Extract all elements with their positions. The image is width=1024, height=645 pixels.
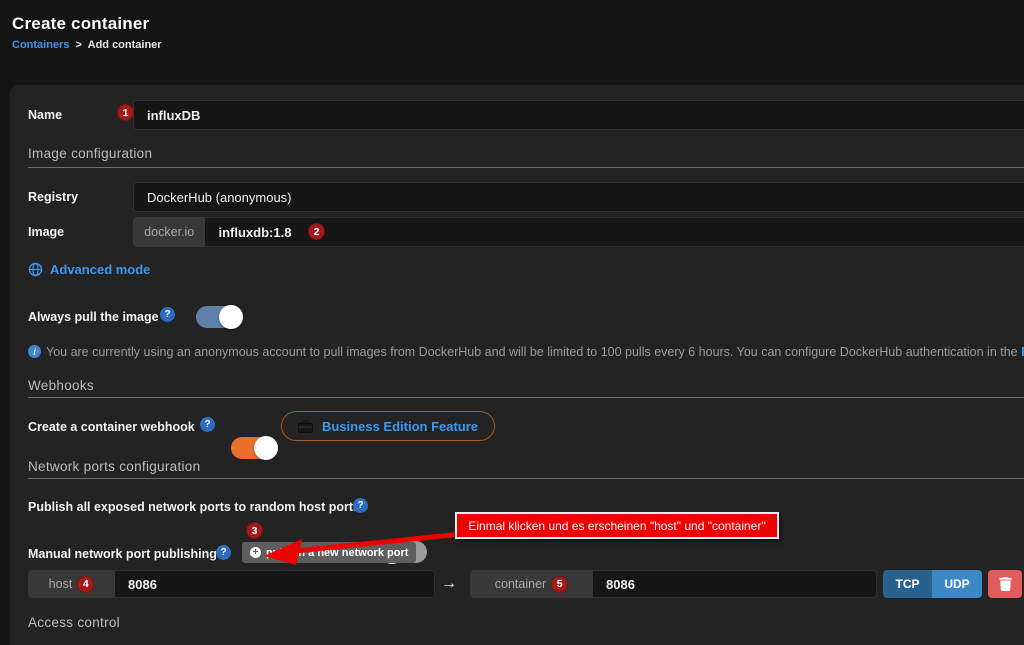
- manual-publishing-label: Manual network port publishing: [28, 547, 217, 561]
- plus-circle-icon: +: [250, 547, 261, 558]
- page-title: Create container: [12, 14, 149, 34]
- registry-selected-value: DockerHub (anonymous): [147, 190, 292, 205]
- breadcrumb-separator: >: [76, 39, 82, 51]
- webhooks-section-title: Webhooks: [28, 378, 94, 393]
- network-ports-section-title: Network ports configuration: [28, 459, 200, 474]
- publish-all-help-icon[interactable]: ?: [353, 498, 368, 513]
- annotation-number-1: 1: [117, 104, 134, 121]
- container-port-input[interactable]: [593, 570, 877, 598]
- section-divider: [28, 478, 1024, 479]
- container-port-addon-label: container: [495, 577, 546, 591]
- breadcrumb-current: Add container: [88, 39, 162, 51]
- host-port-input[interactable]: [115, 570, 435, 598]
- host-port-addon-label: host: [49, 577, 73, 591]
- manual-publishing-help-icon[interactable]: ?: [216, 545, 231, 560]
- annotation-number-2: 2: [308, 223, 325, 240]
- image-input-group: docker.io: [133, 217, 1024, 247]
- business-edition-label: Business Edition Feature: [322, 419, 478, 434]
- create-container-panel: [10, 85, 1024, 645]
- advanced-mode-link[interactable]: Advanced mode: [28, 262, 150, 277]
- breadcrumb: Containers > Add container: [12, 39, 162, 51]
- always-pull-label: Always pull the image: [28, 310, 159, 324]
- anonymous-pull-info-text: You are currently using an anonymous acc…: [46, 345, 1024, 359]
- always-pull-toggle[interactable]: [196, 306, 241, 328]
- image-input[interactable]: [205, 217, 1024, 247]
- image-label: Image: [28, 225, 64, 239]
- create-webhook-toggle[interactable]: [231, 437, 276, 459]
- create-container-page: { "page": { "title": "Create container",…: [0, 0, 1024, 621]
- publish-port-button[interactable]: + publish a new network port: [242, 542, 416, 563]
- section-divider: [28, 397, 1024, 398]
- info-text-body: You are currently using an anonymous acc…: [46, 345, 1021, 359]
- host-port-addon: host 4: [28, 570, 115, 598]
- breadcrumb-containers-link[interactable]: Containers: [12, 39, 69, 51]
- name-input[interactable]: [133, 100, 1024, 130]
- briefcase-icon: [298, 420, 313, 433]
- remove-port-button[interactable]: [988, 570, 1022, 598]
- publish-all-label: Publish all exposed network ports to ran…: [28, 500, 360, 514]
- registry-label: Registry: [28, 190, 78, 204]
- arrow-right-icon: →: [441, 575, 457, 593]
- annotation-number-3: 3: [246, 522, 263, 539]
- registry-select[interactable]: DockerHub (anonymous): [133, 182, 1024, 212]
- publish-port-button-label: publish a new network port: [266, 547, 408, 559]
- name-label: Name: [28, 108, 62, 122]
- udp-button[interactable]: UDP: [932, 570, 982, 598]
- annotation-number-5: 5: [551, 576, 568, 593]
- annotation-callout: Einmal klicken und es erscheinen "host" …: [455, 512, 779, 539]
- image-configuration-section-title: Image configuration: [28, 146, 152, 161]
- create-webhook-help-icon[interactable]: ?: [200, 417, 215, 432]
- create-webhook-label: Create a container webhook: [28, 420, 195, 434]
- image-registry-prefix: docker.io: [133, 217, 205, 247]
- toggle-knob: [254, 436, 278, 460]
- annotation-number-4: 4: [77, 576, 94, 593]
- globe-icon: [28, 262, 43, 277]
- info-icon: i: [28, 345, 41, 358]
- advanced-mode-label: Advanced mode: [50, 262, 150, 277]
- toggle-knob: [219, 305, 243, 329]
- annotation-text: Einmal klicken und es erscheinen "host" …: [468, 519, 765, 533]
- always-pull-help-icon[interactable]: ?: [160, 307, 175, 322]
- section-divider: [28, 167, 1024, 168]
- tcp-button[interactable]: TCP: [883, 570, 932, 598]
- trash-icon: [999, 577, 1012, 591]
- container-port-addon: container 5: [470, 570, 593, 598]
- business-edition-badge[interactable]: Business Edition Feature: [281, 411, 495, 441]
- access-control-section-title: Access control: [28, 615, 120, 630]
